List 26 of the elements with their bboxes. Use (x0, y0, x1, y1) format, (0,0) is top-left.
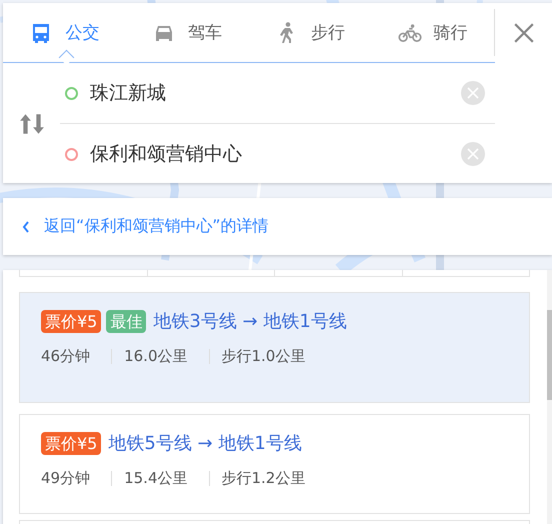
distance-text: 15.4公里 (124, 468, 188, 488)
route-title: 地铁5号线 → 地铁1号线 (108, 432, 302, 455)
swap-icon[interactable] (19, 112, 45, 134)
fare-badge: 票价¥5 (41, 310, 102, 332)
clear-icon[interactable] (461, 142, 485, 166)
mode-tab[interactable]: 步行 (248, 9, 372, 56)
location-dot-icon (65, 148, 78, 160)
chevron-left-icon (22, 220, 30, 232)
duration-text: 49分钟 (41, 468, 90, 488)
route-title: 地铁3号线 → 地铁1号线 (153, 310, 347, 333)
close-icon (512, 22, 534, 44)
walk-distance-text: 步行1.0公里 (222, 346, 306, 366)
back-link[interactable]: 返回“保利和颂营销中心”的详情 (22, 216, 269, 237)
location-dot-icon (65, 86, 78, 100)
distance-text: 16.0公里 (124, 346, 188, 366)
location-input[interactable]: 保利和颂营销中心 (90, 141, 461, 167)
mode-tab[interactable]: 骑行 (371, 9, 494, 56)
clear-icon[interactable] (461, 81, 485, 105)
location-input[interactable]: 珠江新城 (90, 80, 461, 106)
best-badge: 最佳 (106, 310, 146, 332)
duration-text: 46分钟 (41, 346, 90, 366)
route-card[interactable]: 票价¥5 最佳 地铁3号线 → 地铁1号线 46分钟 16.0公里 步行1.0公里 (19, 292, 530, 403)
mode-tab[interactable]: 驾车 (126, 9, 248, 56)
walk-distance-text: 步行1.2公里 (222, 468, 306, 488)
route-card[interactable]: 票价¥5 地铁5号线 → 地铁1号线 49分钟 15.4公里 步行1.2公里 (19, 414, 530, 514)
fare-badge: 票价¥5 (41, 432, 102, 454)
